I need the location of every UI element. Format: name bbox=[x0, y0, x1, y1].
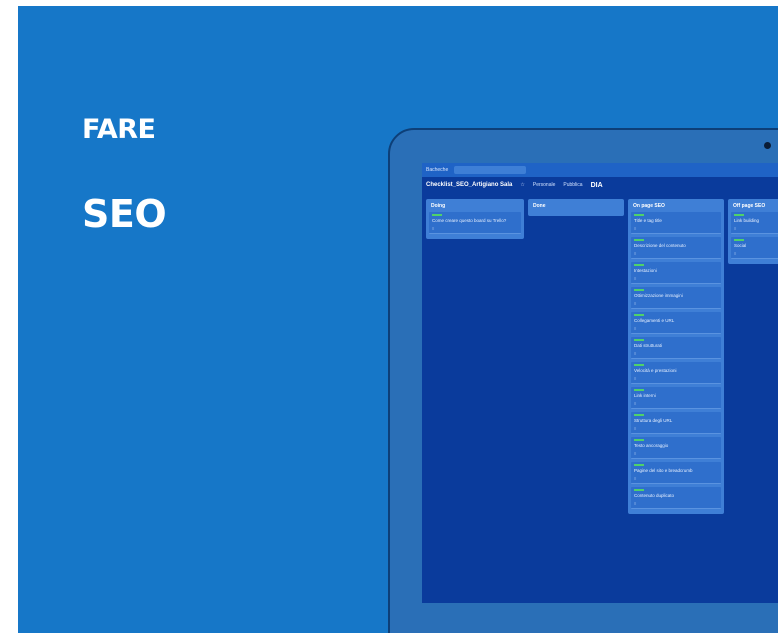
card-label-tag bbox=[634, 289, 644, 291]
card-label-tag bbox=[634, 264, 644, 266]
board-lists: Doing Come creare questo board su Trello?… bbox=[422, 193, 778, 603]
card-text: Testo ancoraggio bbox=[634, 443, 669, 448]
card[interactable]: Intestazioni ≡ bbox=[631, 262, 721, 284]
description-icon: ≡ bbox=[734, 226, 737, 231]
board-title[interactable]: Checklist_SEO_Artigiano Sala bbox=[426, 182, 512, 188]
description-icon: ≡ bbox=[634, 376, 637, 381]
list-title[interactable]: On page SEO bbox=[633, 203, 719, 209]
slide-background: FARE SEO Bacheche Fa Checklist_SEO_Artig… bbox=[18, 6, 778, 633]
card[interactable]: Velocità e prestazioni ≡ bbox=[631, 362, 721, 384]
list-column[interactable]: Done bbox=[528, 199, 624, 216]
board-extra-label: DIA bbox=[590, 181, 603, 189]
description-icon: ≡ bbox=[634, 301, 637, 306]
list-title[interactable]: Doing bbox=[431, 203, 519, 209]
description-icon: ≡ bbox=[432, 226, 435, 231]
card[interactable]: Descrizione del contenuto ≡ bbox=[631, 237, 721, 259]
card-text: Social bbox=[734, 243, 747, 248]
visibility-button[interactable]: Pubblica bbox=[563, 182, 582, 188]
card[interactable]: Collegamenti e URL ≡ bbox=[631, 312, 721, 334]
card-text: Link building bbox=[734, 218, 760, 223]
card[interactable]: Social ≡ bbox=[731, 237, 778, 259]
description-icon: ≡ bbox=[634, 401, 637, 406]
card-text: Descrizione del contenuto bbox=[634, 243, 686, 248]
list-column[interactable]: Doing Come creare questo board su Trello?… bbox=[426, 199, 524, 239]
description-icon: ≡ bbox=[634, 501, 637, 506]
card[interactable]: Come creare questo board su Trello? ≡ bbox=[429, 212, 521, 234]
card-text: Ottimizzazione immagini bbox=[634, 293, 683, 298]
heading-fare: FARE bbox=[82, 114, 156, 145]
card-text: Velocità e prestazioni bbox=[634, 368, 677, 373]
search-input[interactable] bbox=[454, 166, 527, 174]
card-text: Come creare questo board su Trello? bbox=[432, 218, 507, 223]
card-text: Link interni bbox=[634, 393, 656, 398]
description-icon: ≡ bbox=[634, 451, 637, 456]
description-icon: ≡ bbox=[734, 251, 737, 256]
description-icon: ≡ bbox=[634, 351, 637, 356]
card[interactable]: Struttura degli URL ≡ bbox=[631, 412, 721, 434]
app-topbar: Bacheche Fa bbox=[422, 163, 778, 177]
description-icon: ≡ bbox=[634, 326, 637, 331]
description-icon: ≡ bbox=[634, 476, 637, 481]
card-label-tag bbox=[634, 414, 644, 416]
card-text: Pagine del sito e breadcrumb bbox=[634, 468, 693, 473]
card[interactable]: Testo ancoraggio ≡ bbox=[631, 437, 721, 459]
card[interactable]: Link interni ≡ bbox=[631, 387, 721, 409]
card-text: Intestazioni bbox=[634, 268, 657, 273]
card-label-tag bbox=[734, 214, 744, 216]
card[interactable]: Pagine del sito e breadcrumb ≡ bbox=[631, 462, 721, 484]
boards-button[interactable]: Bacheche bbox=[426, 167, 448, 173]
card-label-tag bbox=[634, 464, 644, 466]
card-label-tag bbox=[634, 214, 644, 216]
star-icon[interactable]: ☆ bbox=[520, 182, 524, 188]
card-text: Dati strutturati bbox=[634, 343, 663, 348]
card-label-tag bbox=[432, 214, 442, 216]
laptop-screen: Bacheche Fa Checklist_SEO_Artigiano Sala… bbox=[422, 163, 778, 603]
list-column[interactable]: Off page SEO Link building ≡ Social ≡ bbox=[728, 199, 778, 264]
card[interactable]: Title e tag title ≡ bbox=[631, 212, 721, 234]
card[interactable]: Contenuto duplicato ≡ bbox=[631, 487, 721, 509]
card-label-tag bbox=[634, 389, 644, 391]
card-text: Title e tag title bbox=[634, 218, 662, 223]
card[interactable]: Ottimizzazione immagini ≡ bbox=[631, 287, 721, 309]
card-label-tag bbox=[634, 239, 644, 241]
card-text: Collegamenti e URL bbox=[634, 318, 675, 323]
card[interactable]: Link building ≡ bbox=[731, 212, 778, 234]
card-label-tag bbox=[634, 439, 644, 441]
card-text: Contenuto duplicato bbox=[634, 493, 675, 498]
description-icon: ≡ bbox=[634, 226, 637, 231]
camera-icon bbox=[764, 142, 771, 149]
card-label-tag bbox=[734, 239, 744, 241]
description-icon: ≡ bbox=[634, 276, 637, 281]
list-title[interactable]: Off page SEO bbox=[733, 203, 778, 209]
description-icon: ≡ bbox=[634, 251, 637, 256]
card-label-tag bbox=[634, 314, 644, 316]
list-column[interactable]: On page SEO Title e tag title ≡ Descrizione… bbox=[628, 199, 724, 514]
card-label-tag bbox=[634, 339, 644, 341]
card-label-tag bbox=[634, 489, 644, 491]
heading-seo: SEO bbox=[82, 192, 167, 236]
laptop-frame: Bacheche Fa Checklist_SEO_Artigiano Sala… bbox=[388, 128, 778, 633]
card[interactable]: Dati strutturati ≡ bbox=[631, 337, 721, 359]
board-header: Checklist_SEO_Artigiano Sala ☆ Personale… bbox=[422, 177, 778, 193]
card-label-tag bbox=[634, 364, 644, 366]
list-title[interactable]: Done bbox=[533, 203, 619, 209]
team-button[interactable]: Personale bbox=[533, 182, 556, 188]
description-icon: ≡ bbox=[634, 426, 637, 431]
card-text: Struttura degli URL bbox=[634, 418, 673, 423]
